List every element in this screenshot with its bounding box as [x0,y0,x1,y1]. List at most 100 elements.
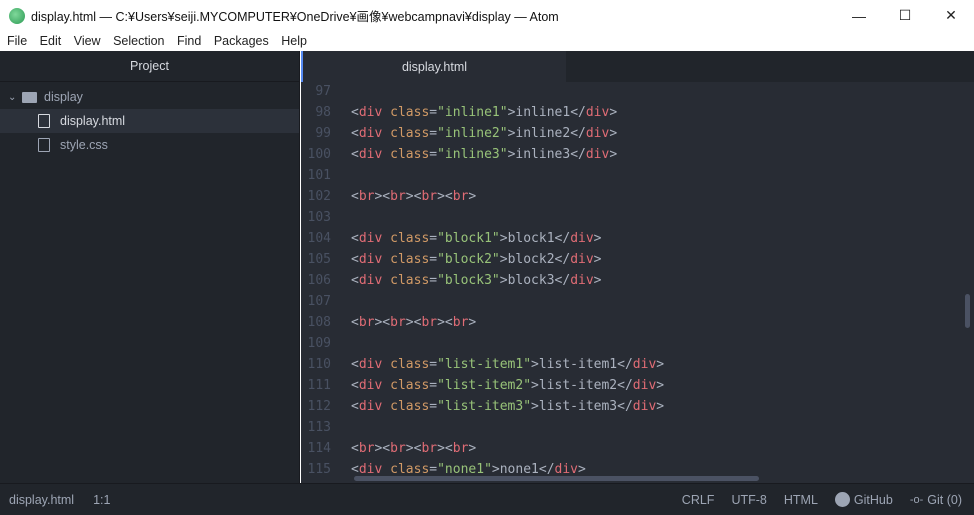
folder-display[interactable]: ⌄ display [0,85,299,109]
code-token-str: "block2" [437,252,500,267]
line-number: 102 [307,189,331,204]
folder-icon [22,91,37,103]
close-button[interactable]: ✕ [928,0,974,31]
menu-packages[interactable]: Packages [214,34,269,48]
file-display-html[interactable]: display.html [0,109,299,133]
code-token-p [382,354,390,375]
tab-display-html[interactable]: display.html [301,51,566,82]
code-token-str: "none1" [437,462,492,476]
code-line: 102 < br >< br >< br >< br > [301,186,961,207]
line-number: 104 [307,231,331,246]
line-number: 112 [307,399,331,414]
atom-logo-icon [9,7,25,24]
code-token-str: "inline3" [437,147,508,162]
code-token-p: </ [554,252,571,267]
status-grammar[interactable]: HTML [784,493,818,507]
menu-edit[interactable]: Edit [40,34,62,48]
code-token-p: >< [374,441,391,456]
github-button[interactable]: GitHub [834,492,893,507]
code-token-p: = [429,378,438,393]
file-style-css[interactable]: style.css [0,133,299,157]
code-token-p: >< [374,189,391,204]
code-token-p: > [609,105,618,120]
line-number: 99 [315,126,331,141]
code-token-attr: class [390,462,430,476]
code-line: 113 [301,417,961,438]
code-token-p: = [429,105,438,120]
code-token-tag: div [358,378,383,393]
code-token-p: > [499,252,508,267]
code-token-tag: br [390,441,406,456]
line-number: 114 [307,441,331,456]
code-token-p [382,144,390,165]
maximize-button[interactable]: ☐ [882,0,928,31]
status-cursor-position[interactable]: 1:1 [93,493,110,507]
code-line: 114 < br >< br >< br >< br > [301,438,961,459]
project-sidebar: Project ⌄ display display.html style.css [0,51,300,483]
github-label: GitHub [853,492,893,507]
code-token-p: = [429,252,438,267]
code-token-p: > [468,441,477,456]
status-encoding[interactable]: UTF-8 [731,493,766,507]
code-token-txt: inline1 [515,105,571,120]
file-icon [38,138,50,152]
code-token-attr: class [390,378,430,393]
code-token-attr: class [390,252,430,267]
code-token-p: >< [405,441,422,456]
status-file[interactable]: display.html [9,493,74,507]
code-token-p: < [351,126,359,141]
code-token-p: > [507,126,516,141]
project-tab[interactable]: Project [0,51,299,82]
code-token-tag: br [358,315,375,330]
file-icon [38,114,50,128]
code-editor[interactable]: 97 98 < div class = "inline1" > inline1 </div >99… [301,81,961,476]
menu-help[interactable]: Help [281,34,307,48]
code-token-p: = [429,147,438,162]
code-token-p: </ [617,357,633,372]
code-token-p: < [351,315,359,330]
code-token-p: </ [538,462,555,476]
chevron-down-icon: ⌄ [8,91,17,103]
code-token-attr: class [390,231,430,246]
code-line: 112 < div class = "list-item3" > list-item3 </d… [301,396,961,417]
code-token-p: </ [617,378,633,393]
code-token-p: </ [617,399,633,414]
line-number: 106 [307,273,331,288]
code-token-p [382,459,390,476]
code-token-p: > [531,357,539,372]
code-token-p: > [656,378,665,393]
menu-bar: File Edit View Selection Find Packages H… [0,31,974,51]
menu-find[interactable]: Find [177,34,201,48]
code-token-tag: br [452,441,469,456]
code-line: 107 [301,291,961,312]
code-token-p [382,396,390,417]
title-bar: display.html — C:¥Users¥seiji.MYCOMPUTER… [0,0,974,31]
code-line: 104 < div class = "block1" > block1 </div > [301,228,961,249]
code-token-p: > [491,462,500,476]
status-line-ending[interactable]: CRLF [682,493,715,507]
code-token-p: > [499,231,508,246]
vertical-scrollbar[interactable] [965,294,970,328]
code-token-tag: div [570,252,594,267]
code-line: 111 < div class = "list-item2" > list-item2 </d… [301,375,961,396]
code-token-str: "list-item1" [437,357,532,372]
menu-selection[interactable]: Selection [113,34,164,48]
code-token-tag: div [358,273,383,288]
git-button[interactable]: -o- Git (0) [910,493,962,507]
line-number: 108 [307,315,331,330]
menu-file[interactable]: File [7,34,27,48]
code-token-attr: class [390,147,430,162]
code-token-tag: div [358,126,383,141]
code-token-p: > [593,231,602,246]
line-number: 97 [315,84,331,99]
code-token-p: > [656,357,665,372]
code-token-p: > [507,105,516,120]
code-token-p: </ [554,231,571,246]
code-token-tag: div [585,126,610,141]
menu-view[interactable]: View [74,34,101,48]
line-number: 105 [307,252,331,267]
horizontal-scrollbar[interactable] [354,476,759,481]
code-token-p: < [351,147,359,162]
minimize-button[interactable]: — [836,0,882,31]
code-token-tag: br [358,441,375,456]
